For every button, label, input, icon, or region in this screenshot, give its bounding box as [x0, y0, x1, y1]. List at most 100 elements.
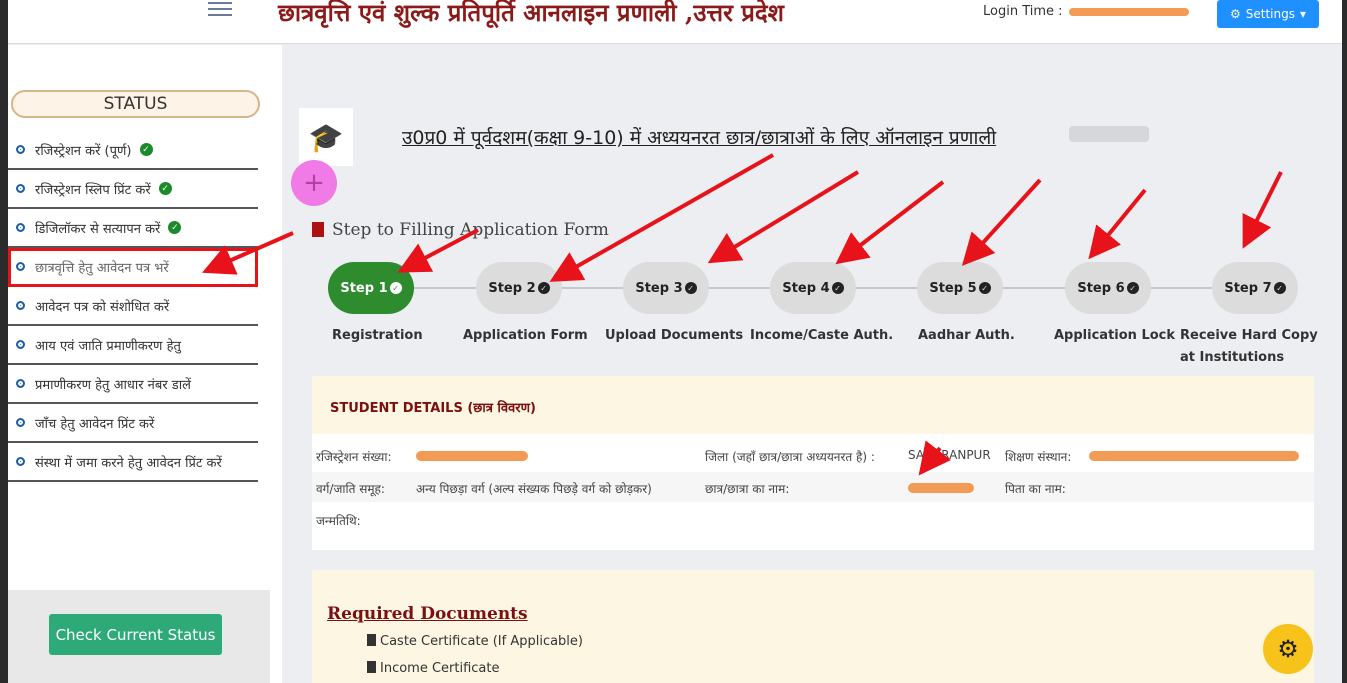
step-6-badge[interactable]: Step 6 ✓	[1065, 262, 1151, 314]
step-heading: Step to Filling Application Form	[312, 220, 609, 240]
redacted-login-time	[1068, 7, 1189, 16]
institution-label: शिक्षण संस्थान:	[1005, 450, 1072, 464]
step-4-label: Income/Caste Auth.	[750, 328, 894, 343]
sidebar-item-aadhar[interactable]: प्रमाणीकरण हेतु आधार नंबर डालें	[8, 365, 258, 404]
district-value: SAHARANPUR	[908, 448, 991, 462]
step-1-badge[interactable]: Step 1 ✓	[328, 262, 414, 314]
status-title: STATUS	[11, 90, 260, 118]
check-circle-icon: ✓	[139, 143, 153, 156]
bullet-icon	[16, 145, 25, 154]
check-circle-icon: ✓	[1126, 282, 1139, 294]
login-time: Login Time :	[983, 4, 1189, 19]
district-label: जिला (जहाँ छात्र/छात्रा अध्ययनरत है) :	[705, 450, 875, 464]
step-badge-label: Step 6	[1077, 280, 1125, 296]
sidebar-item-label: संस्था में जमा करने हेतु आवेदन प्रिंट कर…	[35, 455, 222, 471]
step-2-label: Application Form	[463, 328, 588, 343]
page-title: उ0प्र0 में पूर्वदशम(कक्षा 9-10) में अध्य…	[402, 127, 997, 149]
check-circle-icon: ✓	[684, 282, 697, 294]
details-row: वर्ग/जाति समूह: अन्य पिछड़ा वर्ग (अल्प स…	[312, 472, 1314, 502]
sidebar-item-label: रजिस्ट्रेशन करें (पूर्ण)	[35, 143, 132, 159]
document-icon	[312, 222, 324, 237]
details-row: रजिस्ट्रेशन संख्या: जिला (जहाँ छात्र/छात…	[312, 440, 1314, 470]
institution-value	[1089, 448, 1299, 462]
student-details-card: STUDENT DETAILS (छात्र विवरण) रजिस्ट्रेश…	[312, 376, 1314, 550]
check-circle-icon: ✓	[1273, 282, 1286, 294]
check-circle-icon: ✓	[537, 282, 550, 294]
step-badge-label: Step 3	[635, 280, 683, 296]
sidebar-item-registration[interactable]: रजिस्ट्रेशन करें (पूर्ण) ✓	[8, 131, 258, 170]
sidebar-item-label: आवेदन पत्र को संशोधित करें	[35, 299, 170, 315]
check-circle-icon: ✓	[158, 182, 172, 195]
step-badge-label: Step 5	[929, 280, 977, 296]
arrow-to-step-5	[961, 178, 1042, 266]
sidebar-item-print-check[interactable]: जाँच हेतु आवेदन प्रिंट करें	[8, 404, 258, 443]
step-heading-label: Step to Filling Application Form	[332, 220, 609, 240]
arrow-to-step-3	[707, 170, 860, 264]
arrow-to-step-6	[1088, 188, 1147, 260]
login-time-label: Login Time :	[983, 4, 1063, 19]
graduation-cap-icon: 🎓	[299, 108, 353, 166]
check-circle-icon: ✓	[978, 282, 991, 294]
check-status-panel: Check Current Status	[8, 590, 270, 683]
sidebar-item-label: आय एवं जाति प्रमाणीकरण हेतु	[35, 338, 181, 354]
sidebar-item-label: रजिस्ट्रेशन स्लिप प्रिंट करें	[35, 182, 151, 198]
sidebar-item-digilocker[interactable]: डिजिलॉकर से सत्यापन करें ✓	[8, 209, 258, 248]
check-circle-icon: ✓	[831, 282, 844, 294]
sidebar-item-income-caste[interactable]: आय एवं जाति प्रमाणीकरण हेतु	[8, 326, 258, 365]
settings-label: Settings	[1245, 7, 1295, 21]
sidebar-item-edit-application[interactable]: आवेदन पत्र को संशोधित करें	[8, 287, 258, 326]
step-5-badge[interactable]: Step 5 ✓	[917, 262, 1003, 314]
plus-fab-button[interactable]: +	[291, 160, 337, 206]
student-name-value	[908, 480, 974, 494]
chevron-down-icon: ▾	[1299, 7, 1306, 21]
step-3-badge[interactable]: Step 3 ✓	[623, 262, 709, 314]
step-5-label: Aadhar Auth.	[918, 328, 1015, 343]
step-badge-label: Step 2	[488, 280, 536, 296]
redacted-value	[908, 482, 974, 493]
check-circle-icon: ✓	[389, 282, 402, 294]
arrow-to-step-4	[835, 180, 945, 265]
step-7-label: Receive Hard Copy at Institutions	[1180, 328, 1318, 365]
redacted-title-suffix	[1069, 126, 1149, 142]
step-2-badge[interactable]: Step 2 ✓	[476, 262, 562, 314]
bullet-icon	[16, 301, 25, 310]
app-title: छात्रवृत्ति एवं शुल्क प्रतिपूर्ति आनलाइन…	[278, 0, 784, 27]
settings-fab-gear-icon[interactable]: ⚙	[1263, 624, 1313, 674]
step-badge-label: Step 1	[340, 280, 388, 296]
document-item: Income Certificate	[367, 661, 500, 676]
redacted-value	[1089, 450, 1299, 461]
step-4-badge[interactable]: Step 4 ✓	[770, 262, 856, 314]
sidebar-item-label: जाँच हेतु आवेदन प्रिंट करें	[35, 416, 155, 432]
step-7-badge[interactable]: Step 7 ✓	[1212, 262, 1298, 314]
redacted-value	[416, 450, 528, 461]
sidebar-item-registration-slip[interactable]: रजिस्ट्रेशन स्लिप प्रिंट करें ✓	[8, 170, 258, 209]
step-1-label: Registration	[332, 328, 423, 343]
file-icon	[367, 661, 376, 673]
bullet-icon	[16, 184, 25, 193]
status-menu: रजिस्ट्रेशन करें (पूर्ण) ✓ रजिस्ट्रेशन स्…	[8, 131, 258, 482]
browser-viewport: छात्रवृत्ति एवं शुल्क प्रतिपूर्ति आनलाइन…	[8, 0, 1342, 683]
student-details-heading: STUDENT DETAILS (छात्र विवरण)	[312, 376, 1314, 434]
sidebar: STATUS रजिस्ट्रेशन करें (पूर्ण) ✓ रजिस्ट्…	[8, 45, 282, 683]
settings-button[interactable]: ⚙ Settings ▾	[1217, 0, 1319, 28]
student-name-label: छात्र/छात्रा का नाम:	[705, 482, 790, 496]
bullet-icon	[16, 262, 25, 271]
arrow-to-step-7	[1242, 171, 1283, 249]
sidebar-item-print-institution[interactable]: संस्था में जमा करने हेतु आवेदन प्रिंट कर…	[8, 443, 258, 482]
bullet-icon	[16, 340, 25, 349]
category-label: वर्ग/जाति समूह:	[316, 482, 385, 496]
sidebar-item-label: प्रमाणीकरण हेतु आधार नंबर डालें	[35, 377, 191, 393]
bullet-icon	[16, 418, 25, 427]
bullet-icon	[16, 379, 25, 388]
father-name-label: पिता का नाम:	[1005, 482, 1066, 496]
hamburger-menu-icon[interactable]	[208, 2, 232, 18]
document-item: Caste Certificate (If Applicable)	[367, 634, 583, 649]
required-documents-title: Required Documents	[327, 604, 528, 624]
step-badge-label: Step 4	[782, 280, 830, 296]
step-6-label: Application Lock	[1054, 328, 1176, 343]
bullet-icon	[16, 223, 25, 232]
check-current-status-button[interactable]: Check Current Status	[49, 614, 222, 655]
required-documents-card: Required Documents Caste Certificate (If…	[312, 570, 1314, 683]
step-badge-label: Step 7	[1224, 280, 1272, 296]
sidebar-item-fill-application[interactable]: छात्रवृत्ति हेतु आवेदन पत्र भरें	[8, 248, 258, 287]
